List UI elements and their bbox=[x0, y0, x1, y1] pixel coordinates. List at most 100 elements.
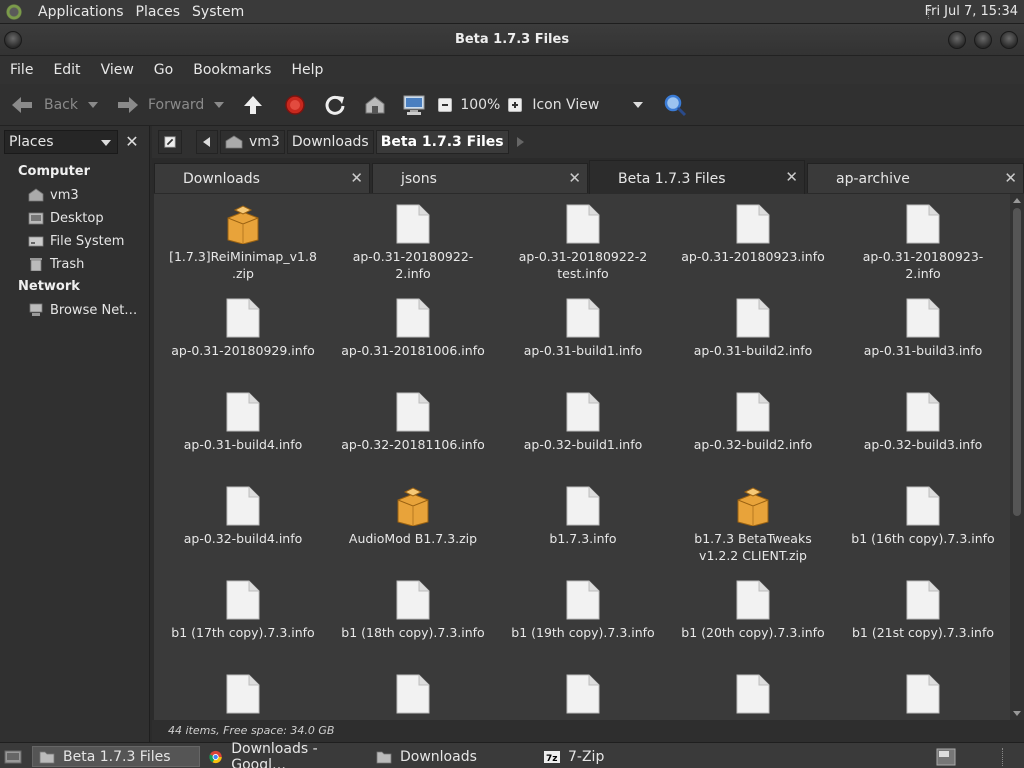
taskbar-item-downloads[interactable]: Downloads bbox=[370, 746, 538, 767]
taskbar-item-chrome[interactable]: Downloads - Googl… bbox=[202, 741, 370, 768]
file-item[interactable]: b1 (22nd copy).7.3.info bbox=[158, 674, 328, 720]
workspace-switcher[interactable] bbox=[936, 746, 958, 767]
sidebar-item-browse-network[interactable]: Browse Net… bbox=[28, 300, 137, 320]
sidebar-item-trash[interactable]: Trash bbox=[28, 254, 84, 274]
stop-button[interactable] bbox=[284, 94, 306, 116]
file-item[interactable]: ap-0.31-20180923.info bbox=[668, 204, 838, 265]
file-item[interactable]: ap-0.32-build2.info bbox=[668, 392, 838, 453]
file-item[interactable]: b1 (25th copy).7.3.info bbox=[668, 674, 838, 720]
file-item[interactable]: b1.7.3 BetaTweaks v1.2.2 CLIENT.zip bbox=[668, 486, 838, 564]
panel-menu-places[interactable]: Places bbox=[130, 4, 187, 20]
tab-jsons[interactable]: jsons ✕ bbox=[372, 163, 588, 193]
side-pane-selector[interactable]: Places bbox=[4, 130, 118, 154]
minimize-button[interactable] bbox=[948, 31, 966, 49]
back-button[interactable]: Back bbox=[10, 95, 98, 115]
vertical-scrollbar[interactable] bbox=[1010, 194, 1024, 720]
tab-ap-archive[interactable]: ap-archive ✕ bbox=[807, 163, 1024, 193]
file-item[interactable]: b1 (26th copy).7.3.info bbox=[838, 674, 1008, 720]
file-item[interactable]: ap-0.31-20180929.info bbox=[158, 298, 328, 359]
menu-file[interactable]: File bbox=[0, 62, 43, 78]
breadcrumb-current[interactable]: Beta 1.7.3 Files bbox=[375, 130, 509, 154]
file-item[interactable]: b1 (21st copy).7.3.info bbox=[838, 580, 1008, 641]
computer-button[interactable] bbox=[402, 94, 426, 116]
close-tab-icon[interactable]: ✕ bbox=[350, 169, 363, 187]
tab-beta-files[interactable]: Beta 1.7.3 Files ✕ bbox=[589, 160, 805, 194]
scrollbar-thumb[interactable] bbox=[1013, 208, 1021, 516]
file-item[interactable]: ap-0.31-20180922-2.info bbox=[328, 204, 498, 282]
forward-button[interactable]: Forward bbox=[116, 95, 225, 115]
scroll-up-icon[interactable] bbox=[1013, 198, 1021, 203]
maximize-button[interactable] bbox=[974, 31, 992, 49]
close-tab-icon[interactable]: ✕ bbox=[785, 168, 798, 186]
location-bar: vm3 Downloads Beta 1.7.3 Files bbox=[152, 126, 1024, 158]
file-item[interactable]: ap-0.32-20181106.info bbox=[328, 392, 498, 453]
window-titlebar[interactable]: Beta 1.7.3 Files bbox=[0, 24, 1024, 56]
view-mode-select[interactable]: Icon View bbox=[532, 97, 644, 113]
up-button[interactable] bbox=[242, 94, 264, 116]
document-file-icon bbox=[838, 580, 1008, 620]
back-history-dropdown[interactable] bbox=[88, 101, 98, 108]
zoom-out-button[interactable] bbox=[438, 97, 453, 112]
close-side-pane-button[interactable]: ✕ bbox=[122, 132, 142, 152]
file-item[interactable]: ap-0.31-20180923-2.info bbox=[838, 204, 1008, 282]
file-item[interactable]: ap-0.31-20181006.info bbox=[328, 298, 498, 359]
document-file-icon bbox=[838, 298, 1008, 338]
file-name: ap-0.31-20181006.info bbox=[341, 343, 485, 358]
file-item[interactable]: b1 (17th copy).7.3.info bbox=[158, 580, 328, 641]
breadcrumb-vm3[interactable]: vm3 bbox=[220, 130, 285, 154]
forward-history-dropdown[interactable] bbox=[214, 101, 225, 108]
file-item[interactable]: ap-0.31-20180922-2 test.info bbox=[498, 204, 668, 282]
panel-menu-system[interactable]: System bbox=[186, 4, 250, 20]
gnome-foot-icon[interactable] bbox=[6, 3, 22, 20]
taskbar-item-beta-files[interactable]: Beta 1.7.3 Files bbox=[32, 746, 200, 767]
home-folder-icon bbox=[225, 135, 243, 149]
scroll-down-icon[interactable] bbox=[1013, 711, 1021, 716]
show-desktop-button[interactable] bbox=[2, 746, 26, 767]
file-item[interactable]: b1.7.3.info bbox=[498, 486, 668, 547]
menu-go[interactable]: Go bbox=[144, 62, 183, 78]
file-item[interactable]: ap-0.32-build1.info bbox=[498, 392, 668, 453]
sidebar-item-desktop[interactable]: Desktop bbox=[28, 208, 104, 228]
close-tab-icon[interactable]: ✕ bbox=[1004, 169, 1017, 187]
file-item[interactable]: b1 (18th copy).7.3.info bbox=[328, 580, 498, 641]
file-item[interactable]: b1 (16th copy).7.3.info bbox=[838, 486, 1008, 547]
file-name: ap-0.32-build2.info bbox=[693, 437, 813, 452]
file-item[interactable]: ap-0.31-build4.info bbox=[158, 392, 328, 453]
sidebar-item-vm3[interactable]: vm3 bbox=[28, 185, 79, 205]
breadcrumb-label: Beta 1.7.3 Files bbox=[380, 134, 504, 150]
close-tab-icon[interactable]: ✕ bbox=[568, 169, 581, 187]
search-button[interactable] bbox=[663, 93, 687, 117]
menu-bookmarks[interactable]: Bookmarks bbox=[183, 62, 281, 78]
toggle-location-entry-button[interactable] bbox=[158, 130, 182, 154]
reload-button[interactable] bbox=[324, 94, 346, 116]
file-item[interactable]: ap-0.32-build3.info bbox=[838, 392, 1008, 453]
home-button[interactable] bbox=[364, 95, 386, 115]
panel-menu-applications[interactable]: Applications bbox=[32, 4, 130, 20]
zoom-in-button[interactable] bbox=[508, 97, 523, 112]
file-item[interactable]: ap-0.31-build3.info bbox=[838, 298, 1008, 359]
tab-downloads[interactable]: Downloads ✕ bbox=[154, 163, 370, 193]
panel-clock[interactable]: Fri Jul 7, 15:34 bbox=[925, 4, 1018, 19]
sidebar-item-file-system[interactable]: File System bbox=[28, 231, 124, 251]
file-name: ap-0.32-build1.info bbox=[523, 437, 643, 452]
file-icon-view[interactable]: [1.7.3]ReiMinimap_v1.8.zip ap-0.31-201809… bbox=[154, 194, 1010, 720]
file-item[interactable]: AudioMod B1.7.3.zip bbox=[328, 486, 498, 547]
file-item[interactable]: b1 (19th copy).7.3.info bbox=[498, 580, 668, 641]
breadcrumb-scroll-left[interactable] bbox=[196, 130, 218, 154]
menu-edit[interactable]: Edit bbox=[43, 62, 90, 78]
file-item[interactable]: b1 (20th copy).7.3.info bbox=[668, 580, 838, 641]
file-item[interactable]: ap-0.31-build1.info bbox=[498, 298, 668, 359]
file-item[interactable]: [1.7.3]ReiMinimap_v1.8.zip bbox=[158, 204, 328, 282]
menu-view[interactable]: View bbox=[91, 62, 144, 78]
file-item[interactable]: ap-0.31-build2.info bbox=[668, 298, 838, 359]
chevron-right-icon bbox=[516, 137, 524, 147]
menu-help[interactable]: Help bbox=[281, 62, 333, 78]
trash-applet[interactable] bbox=[1000, 746, 1022, 767]
zoom-level[interactable]: 100% bbox=[460, 97, 500, 113]
file-item[interactable]: ap-0.32-build4.info bbox=[158, 486, 328, 547]
breadcrumb-downloads[interactable]: Downloads bbox=[286, 130, 374, 154]
taskbar-item-7zip[interactable]: 7z 7-Zip bbox=[538, 746, 706, 767]
close-window-button[interactable] bbox=[1000, 31, 1018, 49]
file-item[interactable]: b1 (23rd copy).7.3.info bbox=[328, 674, 498, 720]
file-item[interactable]: b1 (24th copy).7.3.info bbox=[498, 674, 668, 720]
